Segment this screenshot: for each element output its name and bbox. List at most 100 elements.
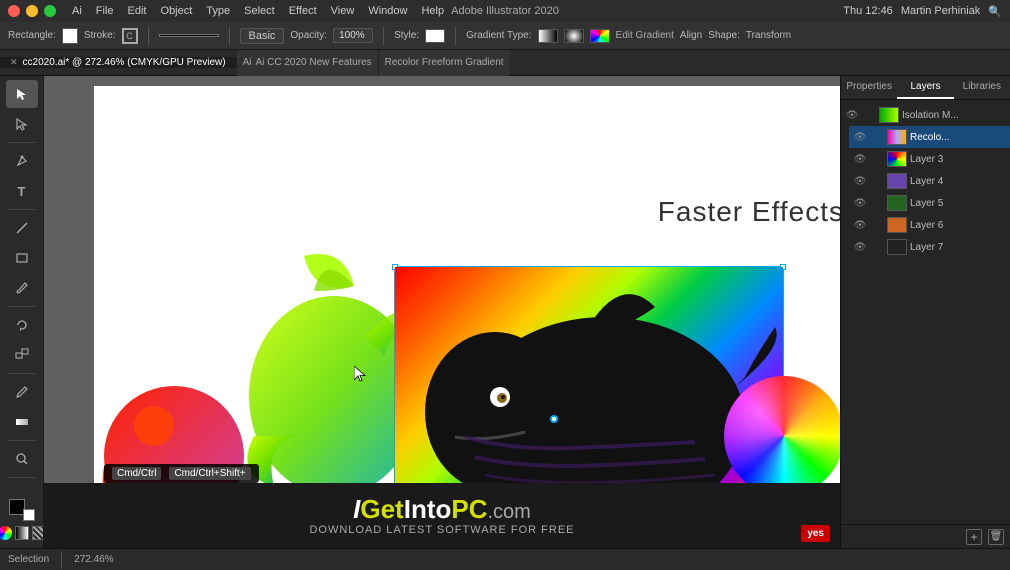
tab-layers[interactable]: Layers [897,76,953,99]
menu-edit[interactable]: Edit [128,5,147,17]
bottom-bar: Selection 272.46% [0,548,1010,570]
tool-separator6 [8,477,36,478]
type-tool[interactable]: T [6,177,38,205]
menu-view[interactable]: View [331,5,355,17]
layer-lock-purple [870,174,884,188]
delete-layer-button[interactable]: 🗑 [988,529,1004,545]
layer-name-whale: Layer 7 [910,242,1006,253]
tool-separator1 [8,142,36,143]
menu-window[interactable]: Window [368,5,407,17]
menu-ai[interactable]: Ai [72,5,82,17]
tool-separator4 [8,373,36,374]
search-icon[interactable]: 🔍 [988,5,1002,18]
shape-label2: Shape: [708,30,740,41]
layer-eye-whale[interactable]: 👁 [853,240,867,254]
tab-properties[interactable]: Properties [841,76,897,99]
gradient-type-freeform[interactable] [590,29,610,43]
tab-recolor[interactable]: Recolor Freeform Gradient [379,50,510,76]
style-swatch[interactable] [425,29,445,43]
selected-gradient-box[interactable] [394,266,784,516]
shortcut-key2: Cmd/Ctrl+Shift+ [169,467,250,480]
layer-recolor[interactable]: 👁 Recolo... [849,126,1010,148]
layer-lock-whale [870,240,884,254]
minimize-button[interactable] [26,5,38,17]
watermark-subtitle: Download Latest Software for Free [309,524,574,536]
opacity-label: Opacity: [290,30,327,41]
menu-effect[interactable]: Effect [289,5,317,17]
layer-isolation-mode[interactable]: 👁 Isolation M... [841,104,1010,126]
menu-file[interactable]: File [96,5,114,17]
layer-eye-recolor[interactable]: 👁 [853,130,867,144]
eyedropper-tool[interactable] [6,378,38,406]
options-bar: ✕ cc2020.ai* @ 272.46% (CMYK/GPU Preview… [0,50,1010,76]
none-icon[interactable] [32,526,45,540]
document-tab-main[interactable]: ✕ cc2020.ai* @ 272.46% (CMYK/GPU Preview… [0,57,237,68]
watermark-badge: yes [801,525,830,542]
left-toolbar: T [0,76,44,548]
layer-green[interactable]: 👁 Layer 5 [849,192,1010,214]
layer-eye-orange[interactable]: 👁 [853,218,867,232]
gradient-type-radial[interactable] [564,29,584,43]
panel-tabs: Properties Layers Libraries [841,76,1010,100]
layer-color[interactable]: 👁 Layer 3 [849,148,1010,170]
gradient-point[interactable] [550,415,558,423]
basic-dropdown[interactable]: Basic [240,28,285,44]
menu-help[interactable]: Help [421,5,444,17]
tab-libraries[interactable]: Libraries [954,76,1010,99]
layer-lock-icon [862,108,876,122]
title-bar: Ai File Edit Object Type Select Effect V… [0,0,1010,22]
menu-select[interactable]: Select [244,5,275,17]
logo-dotcom: .com [488,501,531,523]
logo-pc: PC [451,494,487,524]
scale-tool[interactable] [6,341,38,369]
layers-panel[interactable]: 👁 Isolation M... 👁 Recolo... 👁 [841,100,1010,524]
select-tool[interactable] [6,80,38,108]
layer-thumb-isolation [879,107,899,123]
color-swatches [0,499,44,544]
color-wheel [724,376,840,496]
fill-swatch[interactable] [62,28,78,44]
document-tab-label: cc2020.ai* @ 272.46% (CMYK/GPU Preview) [23,57,226,68]
layer-orange[interactable]: 👁 Layer 6 [849,214,1010,236]
toolbar-separator4 [455,27,456,45]
tab-new-features[interactable]: Ai Ai CC 2020 New Features [237,50,379,76]
logo-into: Into [404,494,452,524]
stroke-swatch[interactable]: C [122,28,138,44]
canvas-area[interactable]: Faster Effects [44,76,840,548]
new-layer-button[interactable]: + [966,529,982,545]
line-tool[interactable] [6,214,38,242]
tab-close-btn[interactable]: ✕ [10,57,18,68]
layer-name-orange: Layer 6 [910,220,1006,231]
direct-select-tool[interactable] [6,110,38,138]
edit-gradient-label[interactable]: Edit Gradient [616,30,674,41]
fg-bg-swatches[interactable] [9,499,35,521]
style-label: Style: [394,30,419,41]
align-label: Align [680,30,702,41]
maximize-button[interactable] [44,5,56,17]
rotate-tool[interactable] [6,311,38,339]
gradient-tool[interactable] [6,408,38,436]
shape-tool-label: Rectangle: [8,30,56,41]
paintbrush-tool[interactable] [6,274,38,302]
menu-type[interactable]: Type [206,5,230,17]
color-icon[interactable] [0,526,12,540]
menu-object[interactable]: Object [160,5,192,17]
gradient-icon[interactable] [15,526,29,540]
layer-purple[interactable]: 👁 Layer 4 [849,170,1010,192]
tool-separator2 [8,209,36,210]
close-button[interactable] [8,5,20,17]
layer-eye-icon[interactable]: 👁 [845,108,859,122]
layer-lock-orange [870,218,884,232]
background-swatch[interactable] [23,509,35,521]
layer-whale[interactable]: 👁 Layer 7 [849,236,1010,258]
pen-tool[interactable] [6,147,38,175]
layer-eye-purple[interactable]: 👁 [853,174,867,188]
layer-name-color: Layer 3 [910,154,1006,165]
layer-thumb-orange [887,217,907,233]
gradient-type-linear[interactable] [538,29,558,43]
zoom-tool[interactable] [6,445,38,473]
layer-eye-color[interactable]: 👁 [853,152,867,166]
rectangle-tool[interactable] [6,244,38,272]
opacity-value[interactable]: 100% [333,28,373,43]
layer-eye-green[interactable]: 👁 [853,196,867,210]
